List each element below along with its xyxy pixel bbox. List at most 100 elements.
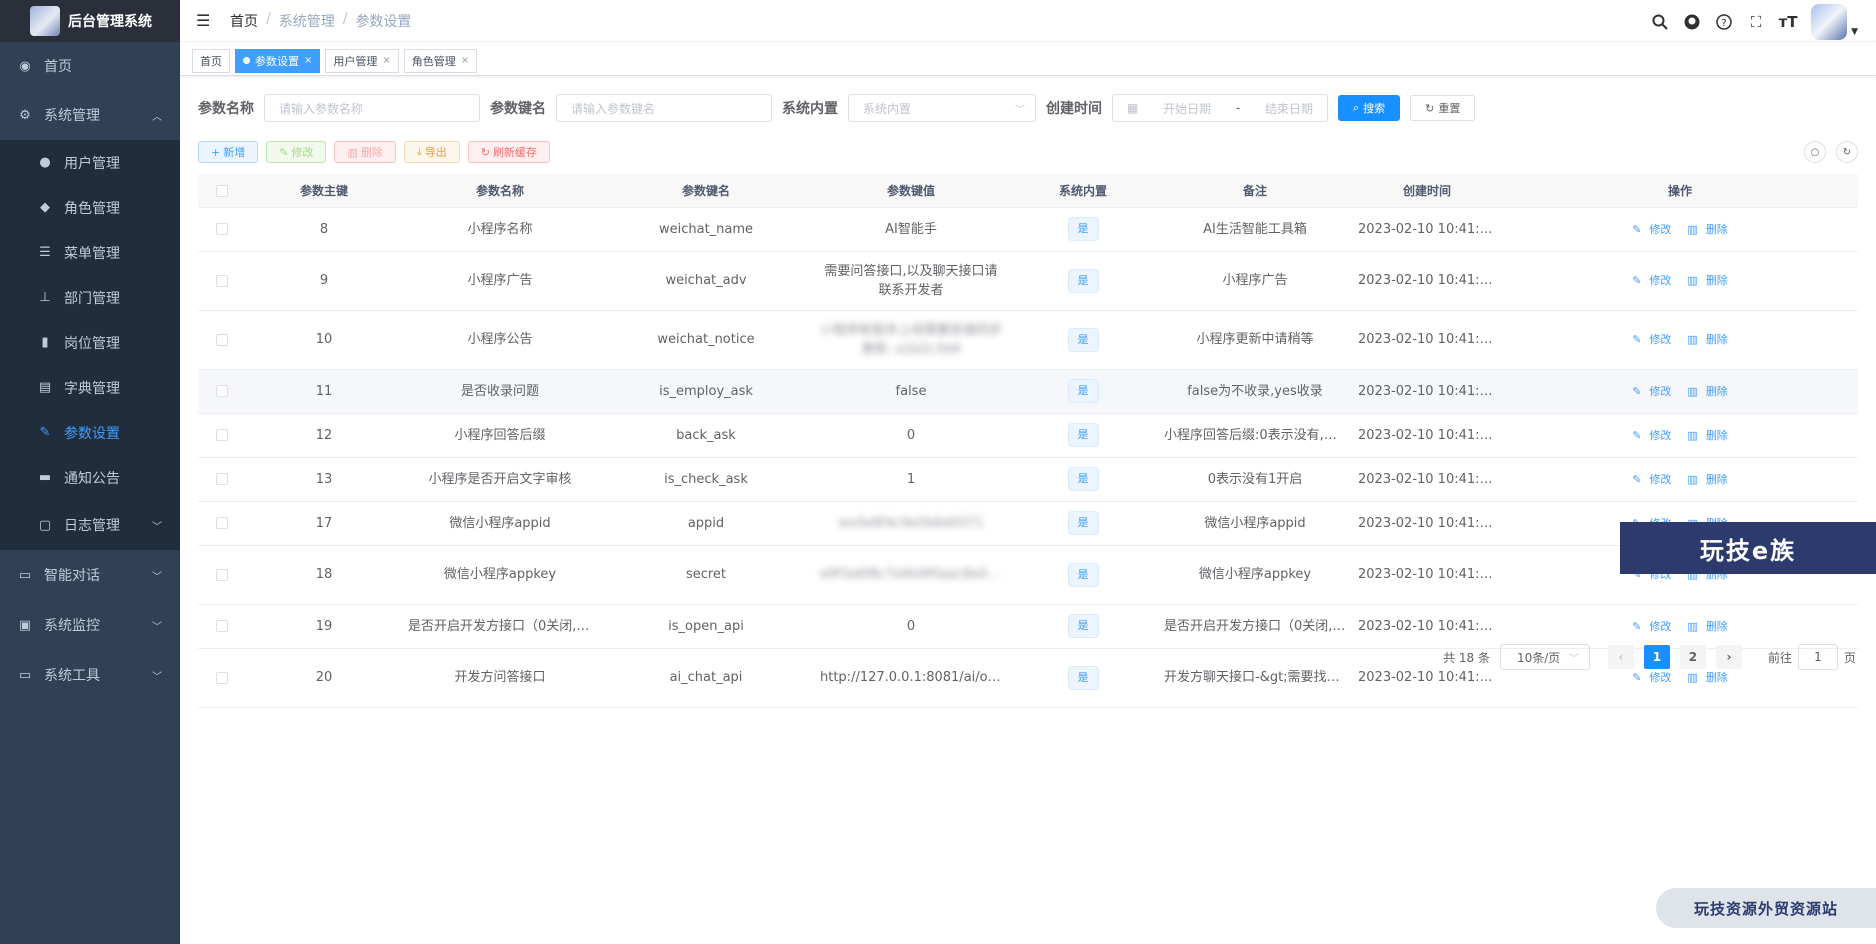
sidebar-item-monitor[interactable]: ▣ 系统监控 ﹀ bbox=[0, 600, 180, 650]
page-button[interactable]: 2 bbox=[1679, 645, 1706, 669]
tag-home[interactable]: 首页 bbox=[192, 48, 230, 73]
next-page-button[interactable]: › bbox=[1715, 645, 1742, 669]
table-row[interactable]: 8 小程序名称 weichat_name AI智能手 是 AI生活智能工具箱 2023-02… bbox=[198, 207, 1858, 252]
caret-down-icon[interactable]: ▼ bbox=[1851, 27, 1858, 37]
row-checkbox-cell[interactable] bbox=[198, 501, 246, 546]
row-delete-button[interactable]: ▥ 删除 bbox=[1683, 223, 1731, 236]
reset-button[interactable]: ↻ 重置 bbox=[1410, 95, 1476, 121]
row-edit-button[interactable]: ✎ 修改 bbox=[1628, 274, 1675, 287]
prev-page-button[interactable]: ‹ bbox=[1607, 645, 1634, 669]
checkbox[interactable] bbox=[216, 671, 228, 684]
tag-config[interactable]: 参数设置 × bbox=[235, 48, 321, 73]
table-row[interactable]: 13 小程序是否开启文字审核 is_check_ask 1 是 0表示没有1开启 2023-… bbox=[198, 457, 1858, 502]
refresh-table-button[interactable]: ↻ bbox=[1836, 141, 1858, 163]
row-checkbox-cell[interactable] bbox=[198, 251, 246, 311]
github-icon[interactable] bbox=[1683, 13, 1701, 31]
font-size-icon[interactable]: ᴛT bbox=[1779, 13, 1798, 31]
export-button[interactable]: ⤓ 导出 bbox=[403, 141, 460, 163]
checkbox[interactable] bbox=[216, 568, 228, 581]
sidebar-item-config[interactable]: ✎ 参数设置 bbox=[0, 410, 180, 455]
sidebar-item-system[interactable]: ⚙ 系统管理 ︿ bbox=[0, 90, 180, 140]
row-delete-button[interactable]: ▥ 删除 bbox=[1683, 333, 1731, 346]
sidebar-item-tools[interactable]: ▭ 系统工具 ﹀ bbox=[0, 650, 180, 700]
table-row[interactable]: 11 是否收录问题 is_employ_ask false 是 false为不收录,yes… bbox=[198, 369, 1858, 414]
hamburger-icon[interactable]: ☰ bbox=[196, 11, 216, 30]
table-row[interactable]: 12小程序回答后缀back_ask0 是 小程序回答后缀:0表示没有,其他表示有20… bbox=[198, 413, 1858, 458]
checkbox[interactable] bbox=[216, 385, 228, 397]
row-delete-button[interactable]: ▥ 删除 bbox=[1683, 429, 1731, 442]
edit-button[interactable]: ✎ 修改 bbox=[266, 141, 327, 163]
close-icon[interactable]: × bbox=[461, 55, 469, 66]
row-delete-button[interactable]: ▥ 删除 bbox=[1683, 274, 1731, 287]
table-row[interactable]: 19是否开启开发方接口（0关闭,1开启）is_open_api0是是否开启开发方… bbox=[198, 604, 1858, 649]
table-row[interactable]: 9 小程序广告 weichat_adv 需要问答接口,以及聊天接口请联系开发者是小程序… bbox=[198, 251, 1858, 311]
row-delete-button[interactable]: ▥ 删除 bbox=[1683, 620, 1731, 633]
sidebar-item-posts[interactable]: ▮ 岗位管理 bbox=[0, 320, 180, 365]
row-checkbox-cell[interactable] bbox=[198, 545, 246, 605]
checkbox[interactable] bbox=[216, 223, 228, 235]
fullscreen-icon[interactable]: ⛶ bbox=[1747, 13, 1765, 31]
row-edit-button[interactable]: ✎ 修改 bbox=[1628, 333, 1675, 346]
search-icon[interactable] bbox=[1651, 13, 1669, 31]
sidebar-item-roles[interactable]: ◆ 角色管理 bbox=[0, 185, 180, 230]
row-checkbox-cell[interactable] bbox=[198, 369, 246, 414]
checkbox[interactable] bbox=[216, 429, 228, 441]
date-end-placeholder[interactable]: 结束日期 bbox=[1265, 100, 1313, 117]
row-edit-button[interactable]: ✎ 修改 bbox=[1628, 620, 1675, 633]
delete-button[interactable]: ▥ 删除 bbox=[334, 141, 396, 163]
sidebar-item-notice[interactable]: ▬ 通知公告 bbox=[0, 455, 180, 500]
row-checkbox-cell[interactable] bbox=[198, 310, 246, 370]
checkbox[interactable] bbox=[216, 274, 228, 287]
close-icon[interactable]: × bbox=[304, 55, 312, 66]
goto-page-input[interactable]: 1 bbox=[1797, 644, 1838, 670]
row-delete-button[interactable]: ▥ 删除 bbox=[1683, 385, 1731, 398]
search-icon: ⌕ bbox=[1353, 101, 1360, 114]
checkbox[interactable] bbox=[216, 333, 228, 346]
sidebar-item-chat[interactable]: ▭ 智能对话 ﹀ bbox=[0, 550, 180, 600]
sidebar-item-users[interactable]: ● 用户管理 bbox=[0, 140, 180, 185]
sidebar-item-menus[interactable]: ☰ 菜单管理 bbox=[0, 230, 180, 275]
row-checkbox-cell[interactable] bbox=[198, 207, 246, 252]
breadcrumb-home[interactable]: 首页 bbox=[230, 11, 258, 31]
row-edit-button[interactable]: ✎ 修改 bbox=[1628, 671, 1675, 684]
row-edit-button[interactable]: ✎ 修改 bbox=[1628, 223, 1675, 236]
sidebar-item-dicts[interactable]: ▤ 字典管理 bbox=[0, 365, 180, 410]
toggle-search-button[interactable]: ○ bbox=[1804, 141, 1826, 163]
page-size-select[interactable]: 10条/页 ﹀ bbox=[1499, 644, 1590, 670]
row-delete-button[interactable]: ▥ 删除 bbox=[1683, 473, 1731, 486]
table-row[interactable]: 17 微信小程序appid appid wx0e8f4c9a5b6d4371 是微信小程… bbox=[198, 501, 1858, 546]
tag-users[interactable]: 用户管理 × bbox=[325, 48, 399, 73]
refresh-cache-button[interactable]: ↻ 刷新缓存 bbox=[467, 141, 550, 163]
config-key-input[interactable]: 请输入参数键名 bbox=[556, 94, 772, 122]
select-all-checkbox[interactable] bbox=[198, 174, 246, 208]
checkbox[interactable] bbox=[216, 620, 228, 632]
search-button[interactable]: ⌕ 搜索 bbox=[1338, 95, 1401, 121]
row-checkbox-cell[interactable] bbox=[198, 413, 246, 458]
checkbox[interactable] bbox=[216, 473, 228, 485]
close-icon[interactable]: × bbox=[382, 55, 390, 66]
checkbox[interactable] bbox=[216, 184, 228, 197]
row-delete-button[interactable]: ▥ 删除 bbox=[1683, 671, 1731, 684]
table-row[interactable]: 10 小程序公告 weichat_notice 小程序新版本上线需要前端同步更新: a… bbox=[198, 310, 1858, 370]
config-type-select[interactable]: 系统内置 ﹀ bbox=[848, 94, 1036, 122]
row-edit-button[interactable]: ✎ 修改 bbox=[1628, 473, 1675, 486]
sidebar-item-logs[interactable]: ▢ 日志管理 ﹀ bbox=[0, 500, 180, 550]
add-button[interactable]: + 新增 bbox=[198, 141, 259, 163]
date-range-picker[interactable]: ▦ 开始日期 - 结束日期 bbox=[1112, 94, 1328, 122]
checkbox[interactable] bbox=[216, 517, 228, 529]
avatar[interactable] bbox=[1811, 4, 1848, 40]
config-name-input[interactable]: 请输入参数名称 bbox=[264, 94, 480, 122]
page-button[interactable]: 1 bbox=[1643, 645, 1670, 669]
row-checkbox-cell[interactable] bbox=[198, 648, 246, 708]
row-edit-button[interactable]: ✎ 修改 bbox=[1628, 385, 1675, 398]
sidebar-item-depts[interactable]: ⊥ 部门管理 bbox=[0, 275, 180, 320]
row-checkbox-cell[interactable] bbox=[198, 457, 246, 502]
tag-roles[interactable]: 角色管理 × bbox=[403, 48, 478, 73]
date-start-placeholder[interactable]: 开始日期 bbox=[1163, 100, 1211, 117]
sidebar-item-home[interactable]: ◉ 首页 bbox=[0, 42, 180, 90]
row-edit-button[interactable]: ✎ 修改 bbox=[1628, 429, 1675, 442]
table-row[interactable]: 18 微信小程序appkey secret e9f3a6f8c7d4b9f0aac8e… bbox=[198, 545, 1858, 605]
logo[interactable]: 后台管理系统 bbox=[0, 0, 180, 42]
help-icon[interactable]: ? bbox=[1715, 13, 1733, 31]
row-checkbox-cell[interactable] bbox=[198, 604, 246, 649]
